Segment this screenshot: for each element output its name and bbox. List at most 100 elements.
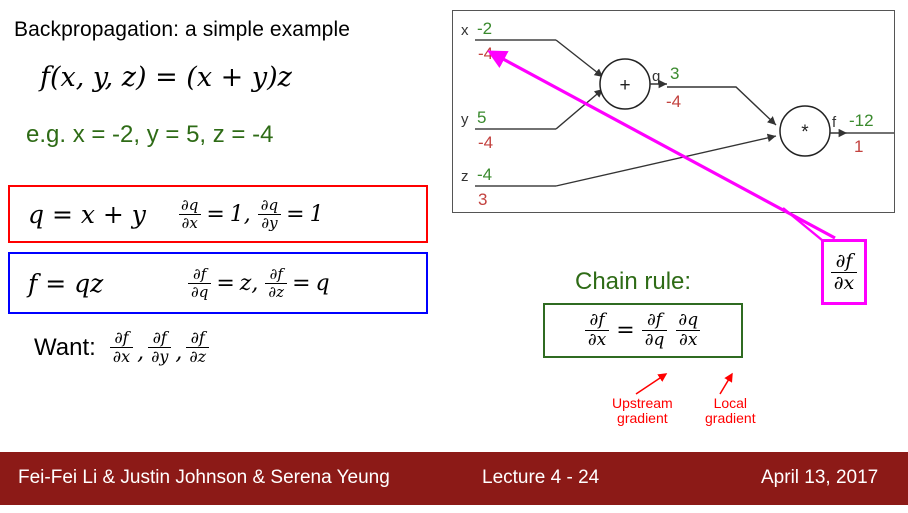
want-df-dz: ∂f ∂z: [186, 330, 210, 365]
graph-input-y-gradient: -4: [478, 133, 493, 152]
local-gradient-arrow: [719, 372, 733, 395]
graph-output-f-gradient: 1: [854, 137, 863, 156]
upstream-gradient-arrow: [635, 373, 668, 395]
dq-dy-denominator: ∂y: [258, 213, 281, 231]
computational-graph: x -2 -4 y 5 -4 z -4 3 + q 3 -4 * f -12 1: [461, 19, 894, 209]
want-df-dz-denominator: ∂z: [186, 347, 210, 365]
chain-equals-sign: =: [616, 318, 635, 343]
graph-output-f-label: f: [832, 114, 837, 131]
computational-graph-panel: x -2 -4 y 5 -4 z -4 3 + q 3 -4 * f -12 1: [452, 10, 895, 213]
want-label: Want:: [34, 333, 96, 361]
f-equals-2: =: [292, 270, 311, 296]
want-row: Want: ∂f ∂x , ∂f ∂y , ∂f ∂z: [34, 328, 210, 365]
chain-local-fraction: ∂q ∂x: [675, 312, 701, 349]
upstream-gradient-note-line1: Upstream: [612, 395, 673, 411]
chain-upstream-denominator: ∂q: [641, 330, 668, 349]
chain-upstream-numerator: ∂f: [647, 310, 663, 330]
edge-x-to-add: [555, 39, 604, 78]
footer-lecture: Lecture 4 - 24: [482, 467, 600, 488]
df-dq-fraction: ∂f ∂q: [188, 264, 212, 300]
df-dz-numerator: ∂f: [269, 264, 283, 283]
highlight-dfdx-numerator: ∂f: [835, 249, 853, 272]
upstream-gradient-note-line2: gradient: [617, 410, 668, 426]
want-df-dx-denominator: ∂x: [109, 347, 134, 365]
graph-input-x-label: x: [461, 22, 469, 39]
graph-input-y-label: y: [461, 111, 469, 128]
q-equation-derivatives: ∂q ∂x = 1 , ∂q ∂y = 1: [178, 195, 324, 231]
chain-rule-box: ∂f ∂x = ∂f ∂q ∂q ∂x: [543, 303, 743, 358]
footer-authors: Fei-Fei Li & Justin Johnson & Serena Yeu…: [18, 467, 390, 488]
example-values-line: e.g. x = -2, y = 5, z = -4: [26, 121, 274, 148]
df-dz-fraction: ∂f ∂z: [265, 264, 288, 300]
q-equals-1: =: [206, 201, 225, 227]
want-df-dy-numerator: ∂f: [152, 328, 167, 347]
f-equation-box: f = qz ∂f ∂q = z , ∂f ∂z = q: [8, 252, 428, 314]
want-df-dy: ∂f ∂y: [148, 328, 172, 365]
highlight-dfdx-box: ∂f ∂x: [821, 239, 867, 305]
graph-q-value: 3: [670, 64, 679, 83]
graph-output-f-value: -12: [849, 111, 874, 130]
local-gradient-note-line1: Local: [713, 395, 748, 411]
local-gradient-note-line2: gradient: [705, 410, 756, 426]
dq-dy-numerator: ∂q: [260, 195, 279, 214]
f-equation-lhs: f = qz: [28, 268, 104, 298]
chain-lhs-denominator: ∂x: [584, 330, 610, 349]
q-equals-2: =: [286, 201, 305, 227]
multiply-node-symbol: *: [801, 122, 809, 143]
slide-canvas: Backpropagation: a simple example f(x, y…: [0, 0, 908, 513]
f-derivative-separator: ,: [251, 270, 259, 296]
chain-local-denominator: ∂x: [676, 330, 701, 349]
chain-local-numerator: ∂q: [678, 310, 699, 330]
df-dq-denominator: ∂q: [188, 282, 212, 300]
want-df-dy-denominator: ∂y: [148, 347, 172, 365]
dq-dx-denominator: ∂x: [178, 213, 201, 231]
dq-dy-value: 1: [309, 201, 324, 227]
dq-dx-fraction: ∂q ∂x: [178, 195, 201, 231]
add-node-symbol: +: [619, 75, 630, 96]
graph-q-label: q: [652, 68, 660, 85]
q-derivative-separator: ,: [243, 201, 251, 227]
function-definition: f(x, y, z) = (x + y)z: [40, 62, 292, 93]
edge-y-to-add: [555, 88, 604, 130]
local-gradient-note: Local gradient: [705, 396, 756, 426]
upstream-gradient-note: Upstream gradient: [612, 396, 673, 426]
edge-q-to-mul: [667, 86, 777, 126]
want-df-dx: ∂f ∂x: [109, 328, 134, 365]
chain-lhs-numerator: ∂f: [589, 310, 605, 330]
want-sep-2: ,: [175, 340, 183, 365]
footer-bar: Fei-Fei Li & Justin Johnson & Serena Yeu…: [0, 452, 908, 505]
graph-input-y-value: 5: [477, 108, 486, 127]
df-dq-value: z: [239, 270, 252, 296]
graph-input-z-value: -4: [477, 165, 492, 184]
dq-dy-fraction: ∂q ∂y: [258, 195, 281, 231]
q-equation-lhs: q = x + y: [28, 199, 146, 229]
gradient-annotation-arrows: [635, 372, 733, 395]
df-dz-denominator: ∂z: [265, 282, 288, 300]
footer-date: April 13, 2017: [761, 467, 879, 488]
q-equation-box: q = x + y ∂q ∂x = 1 , ∂q ∂y = 1: [8, 185, 428, 243]
f-equation-derivatives: ∂f ∂q = z , ∂f ∂z = q: [188, 264, 330, 300]
highlight-dfdx-denominator: ∂x: [830, 271, 858, 293]
graph-input-z-gradient: 3: [478, 190, 487, 209]
want-terms: ∂f ∂x , ∂f ∂y , ∂f ∂z: [109, 328, 210, 365]
graph-input-x-gradient: -4: [478, 44, 493, 63]
chain-upstream-fraction: ∂f ∂q: [641, 310, 668, 349]
graph-input-x-value: -2: [477, 19, 492, 38]
function-definition-text: f(x, y, z) = (x + y)z: [40, 62, 292, 93]
want-df-dx-numerator: ∂f: [114, 328, 129, 347]
chain-lhs-fraction: ∂f ∂x: [584, 310, 610, 349]
chain-rule-title: Chain rule:: [575, 268, 692, 295]
graph-input-x: x -2 -4: [461, 19, 556, 63]
multiply-node: *: [779, 105, 831, 157]
graph-input-z: z -4 3: [461, 165, 556, 209]
df-dz-value: q: [315, 270, 330, 296]
graph-input-y: y 5 -4: [461, 108, 556, 152]
df-dq-numerator: ∂f: [193, 264, 207, 283]
add-node: +: [599, 58, 651, 110]
dq-dx-value: 1: [229, 201, 244, 227]
edge-z-to-mul: [555, 133, 777, 187]
f-equals-1: =: [216, 270, 235, 296]
graph-input-z-label: z: [461, 168, 469, 185]
page-title: Backpropagation: a simple example: [14, 18, 350, 41]
dq-dx-numerator: ∂q: [181, 195, 199, 214]
